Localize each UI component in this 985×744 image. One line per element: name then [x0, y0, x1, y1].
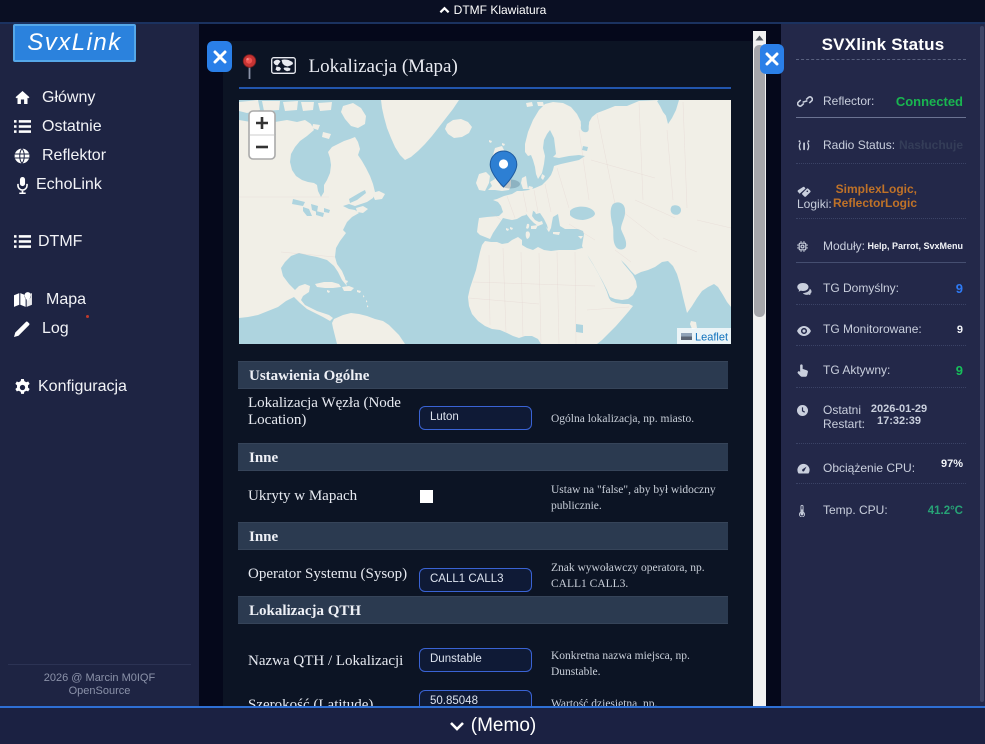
svg-text:Leaflet: Leaflet [695, 332, 728, 344]
